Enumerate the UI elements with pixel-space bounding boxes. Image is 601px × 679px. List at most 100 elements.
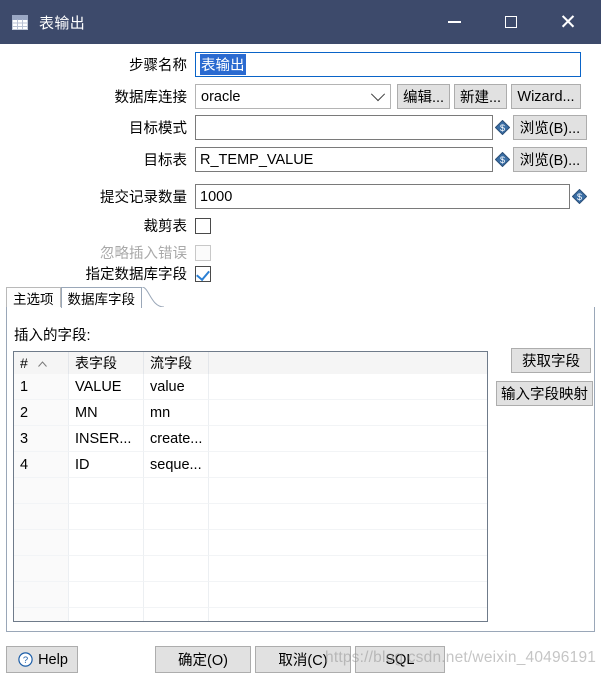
table-output-dialog: 表输出 ✕ 步骤名称 表输出 数据库连接 oracle 编辑... 新建... …: [0, 0, 601, 679]
cell-stream-field[interactable]: [144, 504, 209, 530]
variable-indicator-icon: $: [494, 151, 511, 168]
svg-text:$: $: [500, 155, 505, 165]
maximize-button[interactable]: [488, 0, 534, 44]
commit-size-input[interactable]: 1000: [195, 184, 570, 209]
cell-blank[interactable]: [209, 556, 487, 582]
cell-blank[interactable]: [209, 400, 487, 426]
cell-index[interactable]: [14, 556, 69, 582]
cell-index[interactable]: [14, 504, 69, 530]
cell-index[interactable]: [14, 478, 69, 504]
browse-table-button[interactable]: 浏览(B)...: [513, 147, 587, 172]
cell-table-field[interactable]: [69, 556, 144, 582]
cell-index[interactable]: 1: [14, 374, 69, 400]
truncate-table-checkbox[interactable]: [195, 217, 211, 234]
ok-button[interactable]: 确定(O): [155, 646, 251, 673]
cell-stream-field[interactable]: mn: [144, 400, 209, 426]
table-row-empty[interactable]: [14, 582, 487, 608]
svg-text:$: $: [577, 192, 582, 202]
ignore-insert-errors-checkbox: [195, 244, 211, 261]
cell-index[interactable]: [14, 582, 69, 608]
truncate-table-row: 裁剪表: [0, 215, 601, 236]
target-schema-input[interactable]: [195, 115, 493, 140]
cell-stream-field[interactable]: [144, 556, 209, 582]
cell-stream-field[interactable]: [144, 608, 209, 621]
cell-stream-field[interactable]: create...: [144, 426, 209, 452]
cell-table-field[interactable]: ID: [69, 452, 144, 478]
titlebar: 表输出 ✕: [0, 0, 601, 44]
specify-db-fields-label: 指定数据库字段: [85, 267, 188, 283]
target-schema-row: 目标模式 $ 浏览(B)...: [0, 115, 601, 140]
specify-db-fields-checkbox[interactable]: [195, 265, 211, 282]
cell-table-field[interactable]: [69, 530, 144, 556]
help-button[interactable]: ? Help: [6, 646, 78, 673]
table-row-empty[interactable]: [14, 504, 487, 530]
cell-blank[interactable]: [209, 530, 487, 556]
minimize-button[interactable]: [431, 0, 477, 44]
cell-stream-field[interactable]: seque...: [144, 452, 209, 478]
cell-blank[interactable]: [209, 582, 487, 608]
sql-button[interactable]: SQL: [355, 646, 445, 673]
table-row-empty[interactable]: [14, 478, 487, 504]
cell-table-field[interactable]: INSER...: [69, 426, 144, 452]
cell-blank[interactable]: [209, 478, 487, 504]
column-header-stream-field[interactable]: 流字段: [144, 352, 209, 374]
tab-database-fields[interactable]: 数据库字段: [60, 287, 142, 308]
edit-connection-button[interactable]: 编辑...: [397, 84, 450, 109]
column-header-blank[interactable]: [209, 352, 487, 374]
cell-blank[interactable]: [209, 374, 487, 400]
new-connection-button[interactable]: 新建...: [454, 84, 507, 109]
truncate-table-label: 裁剪表: [143, 219, 188, 235]
table-row-empty[interactable]: [14, 556, 487, 582]
connection-row: 数据库连接 oracle 编辑... 新建... Wizard...: [0, 84, 601, 109]
table-row-empty[interactable]: [14, 530, 487, 556]
input-field-mapping-button[interactable]: 输入字段映射: [496, 381, 593, 406]
specify-db-fields-row: 指定数据库字段: [0, 263, 601, 284]
browse-schema-button[interactable]: 浏览(B)...: [513, 115, 587, 140]
table-row[interactable]: 3 INSER... create...: [14, 426, 487, 452]
cell-index[interactable]: [14, 608, 69, 621]
chevron-down-icon[interactable]: [366, 85, 390, 108]
cell-index[interactable]: [14, 530, 69, 556]
cell-table-field[interactable]: MN: [69, 400, 144, 426]
cell-table-field[interactable]: [69, 504, 144, 530]
svg-text:?: ?: [23, 655, 28, 666]
table-row[interactable]: 4 ID seque...: [14, 452, 487, 478]
ignore-insert-errors-row: 忽略插入错误: [0, 242, 601, 263]
get-fields-button[interactable]: 获取字段: [511, 348, 591, 373]
cell-table-field[interactable]: VALUE: [69, 374, 144, 400]
inserted-fields-label: 插入的字段:: [14, 328, 91, 344]
cell-stream-field[interactable]: [144, 478, 209, 504]
fields-table[interactable]: # 表字段 流字段 1 VALUE value 2 MN mn 3 INSER... creat…: [13, 351, 488, 622]
step-name-input[interactable]: 表输出: [195, 52, 581, 77]
cancel-button[interactable]: 取消(C): [255, 646, 351, 673]
wizard-button[interactable]: Wizard...: [511, 84, 581, 109]
table-row[interactable]: 2 MN mn: [14, 400, 487, 426]
cell-index[interactable]: 2: [14, 400, 69, 426]
target-table-input[interactable]: R_TEMP_VALUE: [195, 147, 493, 172]
table-row[interactable]: 1 VALUE value: [14, 374, 487, 400]
cell-blank[interactable]: [209, 608, 487, 621]
cell-table-field[interactable]: [69, 608, 144, 621]
commit-size-label: 提交记录数量: [100, 190, 187, 206]
cell-index[interactable]: 3: [14, 426, 69, 452]
target-table-row: 目标表 R_TEMP_VALUE $ 浏览(B)...: [0, 147, 601, 172]
tab-main-options[interactable]: 主选项: [6, 287, 61, 308]
cell-table-field[interactable]: [69, 478, 144, 504]
table-row-empty[interactable]: [14, 608, 487, 621]
target-schema-label: 目标模式: [129, 121, 187, 137]
cell-index[interactable]: 4: [14, 452, 69, 478]
cell-stream-field[interactable]: [144, 530, 209, 556]
cell-table-field[interactable]: [69, 582, 144, 608]
column-header-table-field[interactable]: 表字段: [69, 352, 144, 374]
column-header-index[interactable]: #: [14, 352, 69, 374]
connection-combo[interactable]: oracle: [195, 84, 391, 109]
cell-stream-field[interactable]: [144, 582, 209, 608]
cell-stream-field[interactable]: value: [144, 374, 209, 400]
minimize-icon: [447, 21, 461, 23]
close-button[interactable]: ✕: [545, 0, 591, 44]
cell-blank[interactable]: [209, 426, 487, 452]
window-title: 表输出: [39, 14, 86, 32]
cell-blank[interactable]: [209, 504, 487, 530]
maximize-icon: [505, 16, 517, 28]
cell-blank[interactable]: [209, 452, 487, 478]
